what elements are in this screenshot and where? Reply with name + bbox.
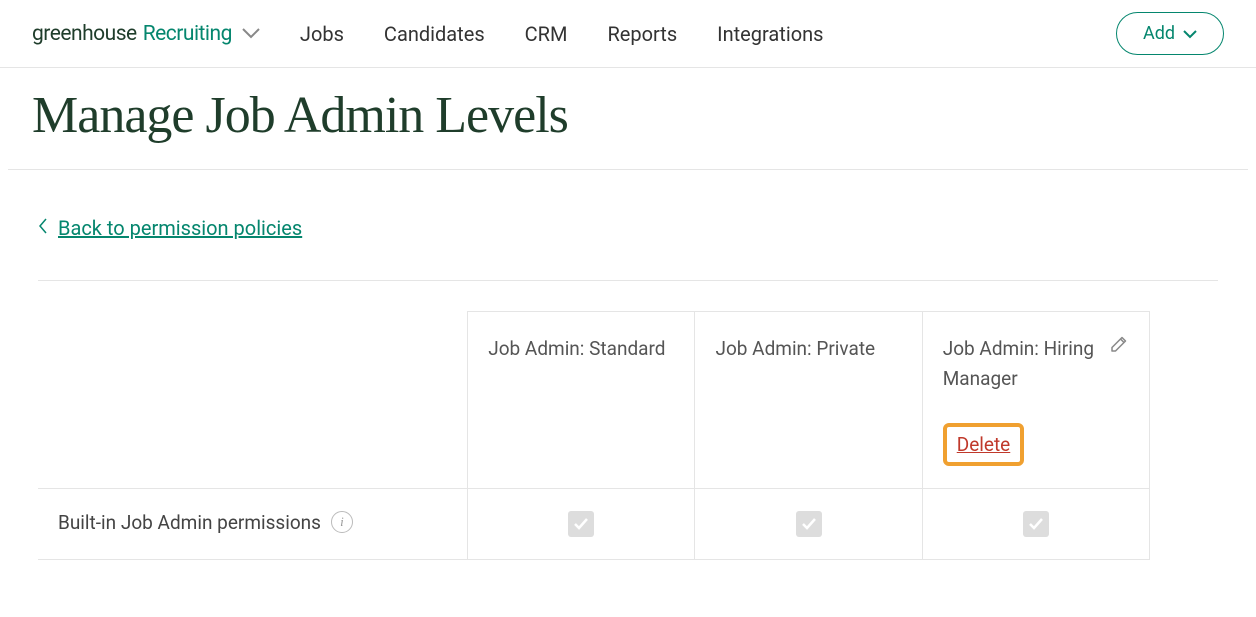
col-title-hiring-manager: Job Admin: Hiring Manager xyxy=(943,334,1129,395)
chevron-down-icon[interactable] xyxy=(242,22,260,46)
nav-candidates[interactable]: Candidates xyxy=(384,22,485,46)
nav-reports[interactable]: Reports xyxy=(607,22,677,46)
col-title-standard: Job Admin: Standard xyxy=(488,334,674,364)
brand-part1: greenhouse xyxy=(32,22,137,46)
col-header-private: Job Admin: Private xyxy=(695,312,922,489)
checkbox-checked-disabled xyxy=(796,511,822,537)
info-icon[interactable]: i xyxy=(331,511,353,533)
back-to-policies-link[interactable]: Back to permission policies xyxy=(38,216,302,240)
add-button[interactable]: Add xyxy=(1116,12,1224,55)
nav-jobs[interactable]: Jobs xyxy=(300,22,344,46)
delete-link[interactable]: Delete xyxy=(957,433,1011,456)
checkbox-checked-disabled xyxy=(1023,511,1049,537)
row-label-builtin: Built-in Job Admin permissions xyxy=(58,511,321,534)
admin-levels-table: Job Admin: Standard Job Admin: Private xyxy=(38,311,1150,560)
add-button-label: Add xyxy=(1143,23,1175,44)
chevron-down-icon xyxy=(1183,23,1197,44)
col-header-standard: Job Admin: Standard xyxy=(468,312,695,489)
checkbox-checked-disabled xyxy=(568,511,594,537)
page-title: Manage Job Admin Levels xyxy=(32,86,1224,145)
back-link-label: Back to permission policies xyxy=(58,216,302,240)
delete-highlight: Delete xyxy=(943,423,1025,466)
col-title-private: Job Admin: Private xyxy=(715,334,901,364)
brand-logo[interactable]: greenhouse Recruiting xyxy=(32,22,260,46)
table-row: Built-in Job Admin permissions i xyxy=(38,488,1150,559)
col-header-hiring-manager: Job Admin: Hiring Manager Delete xyxy=(922,312,1149,489)
chevron-left-icon xyxy=(38,218,48,238)
nav-crm[interactable]: CRM xyxy=(525,22,568,46)
table-header-empty xyxy=(38,312,468,489)
pencil-icon[interactable] xyxy=(1109,334,1129,359)
brand-part2: Recruiting xyxy=(143,22,232,46)
nav-integrations[interactable]: Integrations xyxy=(717,22,823,46)
